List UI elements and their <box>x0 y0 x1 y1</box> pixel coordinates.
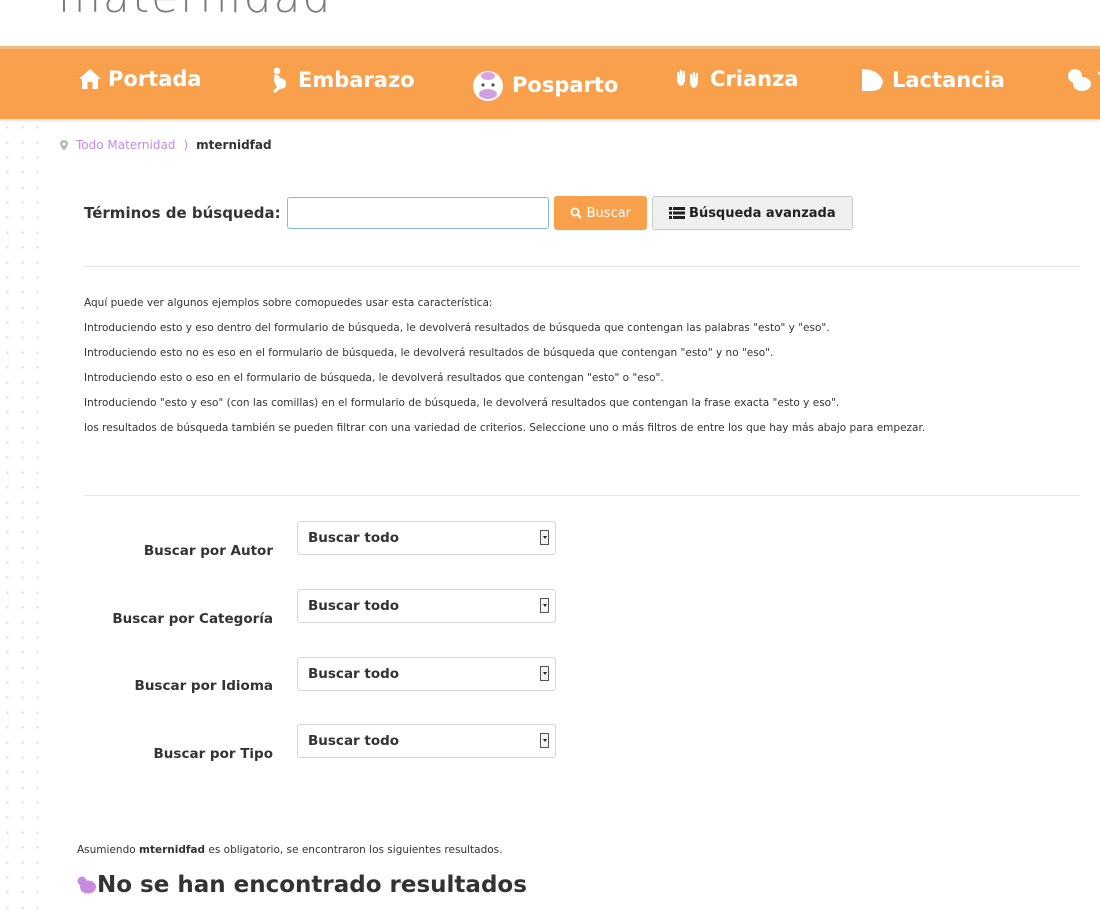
divider <box>84 266 1080 267</box>
dropdown-arrow-icon <box>540 530 549 545</box>
dropdown-arrow-icon <box>540 733 549 748</box>
pregnant-icon <box>273 67 287 93</box>
nav-item-embarazo[interactable]: Embarazo <box>268 67 415 93</box>
example-line: Introduciendo esto o eso en el formulari… <box>84 372 664 384</box>
pacifier-icon <box>1068 69 1091 91</box>
main-nav: Portada Embarazo Posparto Crianza Lactan… <box>0 46 1100 119</box>
examples-intro: Aquí puede ver algunos ejemplos sobre co… <box>84 297 493 309</box>
select-value: Buscar todo <box>308 733 400 749</box>
filter-category-select[interactable]: Buscar todo <box>297 589 556 623</box>
search-input[interactable] <box>286 197 549 229</box>
example-line: Introduciendo esto y eso dentro del form… <box>84 322 830 334</box>
example-line: Introduciendo esto no es eso en el formu… <box>84 347 774 359</box>
hands-icon <box>677 70 698 88</box>
nav-item-lactancia[interactable]: Lactancia <box>860 67 1005 93</box>
filters-hint: los resultados de búsqueda también se pu… <box>84 422 926 434</box>
nav-item-label: Posparto <box>512 73 619 97</box>
breadcrumb: Todo Maternidad ) mternidfad <box>60 138 272 152</box>
location-pin-icon <box>60 139 68 151</box>
filter-language-select[interactable]: Buscar todo <box>297 657 556 691</box>
no-results-heading: No se han encontrado resultados <box>75 872 527 898</box>
filter-author-label: Buscar por Autor <box>143 543 273 559</box>
breadcrumb-separator: ) <box>183 138 189 152</box>
search-button[interactable]: Buscar <box>553 196 648 230</box>
filter-category-label: Buscar por Categoría <box>112 611 273 627</box>
search-terms-label: Términos de búsqueda: <box>84 204 281 222</box>
select-value: Buscar todo <box>308 666 400 682</box>
dropdown-arrow-icon <box>540 666 549 681</box>
no-results-title: No se han encontrado resultados <box>97 872 527 898</box>
nav-item-label: Lactancia <box>892 68 1005 92</box>
breadcrumb-current: mternidfad <box>196 138 272 152</box>
select-value: Buscar todo <box>308 598 400 614</box>
house-icon <box>79 69 101 89</box>
breadcrumb-home-link[interactable]: Todo Maternidad <box>76 138 175 152</box>
filter-type-label: Buscar por Tipo <box>153 746 273 762</box>
nav-item-label: Crianza <box>710 67 799 91</box>
filter-author-select[interactable]: Buscar todo <box>297 521 556 555</box>
advanced-search-button[interactable]: Búsqueda avanzada <box>652 196 853 230</box>
filter-language-label: Buscar por Idioma <box>134 678 273 694</box>
nav-item-label: Embarazo <box>298 68 415 92</box>
search-button-label: Buscar <box>586 205 632 221</box>
nav-item-posparto[interactable]: Posparto <box>470 67 618 103</box>
nav-item-portada[interactable]: Portada <box>78 67 202 91</box>
search-icon <box>570 207 582 219</box>
pacifier-icon <box>77 876 96 894</box>
baby-face-icon <box>473 71 503 101</box>
filter-type-select[interactable]: Buscar todo <box>297 724 556 758</box>
site-logo[interactable]: maternidad <box>58 0 332 23</box>
search-form: Términos de búsqueda: Buscar Búsqueda av… <box>84 196 853 230</box>
assumption-note: Asumiendo mternidfad es obligatorio, se … <box>77 844 502 856</box>
assume-term: mternidfad <box>139 844 206 856</box>
nav-item-partial[interactable]: T <box>1066 67 1100 93</box>
nav-item-label: Portada <box>108 67 202 91</box>
dropdown-arrow-icon <box>540 598 549 613</box>
select-value: Buscar todo <box>308 530 400 546</box>
assume-suffix: es obligatorio, se encontraron los sigui… <box>208 844 503 856</box>
breast-icon <box>862 69 883 91</box>
divider <box>84 495 1080 496</box>
search-examples: Aquí puede ver algunos ejemplos sobre co… <box>84 296 1084 446</box>
advanced-search-label: Búsqueda avanzada <box>689 205 836 221</box>
assume-prefix: Asumiendo <box>77 844 136 856</box>
dotted-side-pattern <box>0 120 46 912</box>
example-line: Introduciendo "esto y eso" (con las comi… <box>84 397 840 409</box>
list-icon <box>669 207 686 219</box>
nav-item-crianza[interactable]: Crianza <box>674 67 798 91</box>
